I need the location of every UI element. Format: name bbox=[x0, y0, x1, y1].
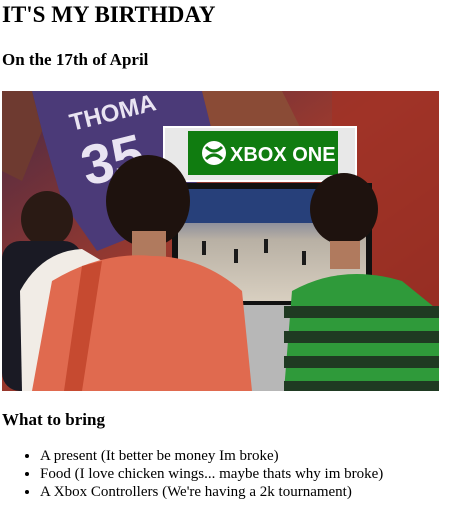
person-coral-shirt bbox=[32, 255, 252, 391]
bring-list-item: A present (It better be money Im broke) bbox=[40, 447, 458, 465]
bring-list-item: A Xbox Controllers (We're having a 2k to… bbox=[40, 483, 458, 501]
page: IT'S MY BIRTHDAY On the 17th of April TH… bbox=[0, 2, 460, 501]
xbox-logo-text: XBOX ONE bbox=[230, 144, 336, 166]
bring-list-item: Food (I love chicken wings... maybe that… bbox=[40, 465, 458, 483]
what-to-bring-heading: What to bring bbox=[2, 410, 105, 429]
bring-list: A present (It better be money Im broke) … bbox=[2, 447, 458, 501]
page-title: IT'S MY BIRTHDAY bbox=[2, 2, 216, 27]
xbox-event-photo: THOMA 35 XBOX ONE bbox=[2, 91, 439, 391]
photo-illustration: THOMA 35 XBOX ONE bbox=[2, 91, 439, 391]
person-striped-shirt-head bbox=[310, 173, 378, 245]
page-subtitle: On the 17th of April bbox=[2, 50, 149, 69]
xbox-logo-icon bbox=[202, 141, 226, 165]
